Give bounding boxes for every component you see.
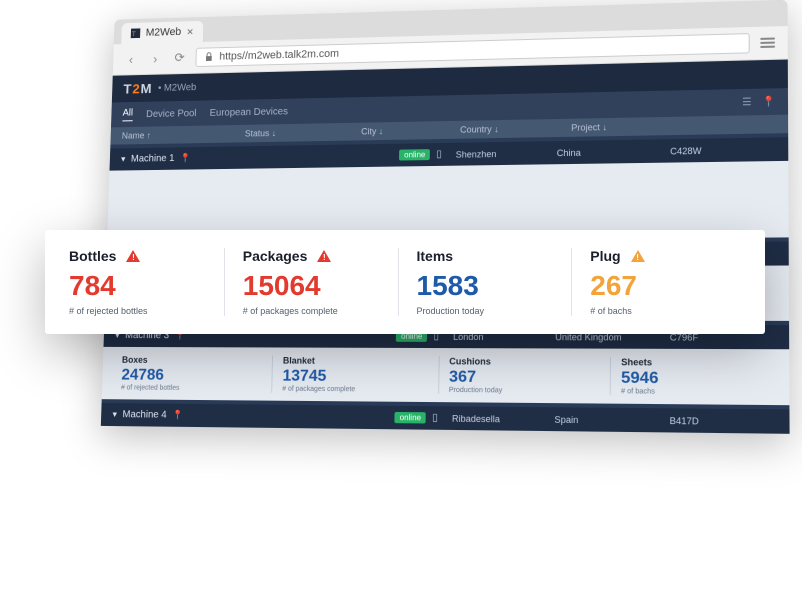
reload-button[interactable]: ⟳ [171, 49, 188, 67]
machine-row-head[interactable]: ▾ Machine 4 📍 online ▯ Ribadesella Spain… [101, 403, 790, 434]
tab-title: M2Web [146, 26, 182, 38]
filter-device-pool[interactable]: Device Pool [146, 108, 197, 120]
cell-city: Shenzhen [456, 148, 557, 160]
stat-title: Cushions [449, 356, 591, 367]
url-text: https//m2web.talk2m.com [219, 48, 339, 63]
metric-value: 267 [590, 270, 727, 302]
col-project[interactable]: Project ↓ [571, 119, 775, 133]
cell-project: C428W [670, 144, 775, 156]
lock-icon [204, 52, 214, 62]
stat-card: Cushions 367 Production today [438, 356, 602, 395]
browser-window: T M2Web × ‹ › ⟳ https//m2web.talk2m.com … [101, 0, 790, 434]
metric-value: 784 [69, 270, 206, 302]
browser-tab[interactable]: T M2Web × [121, 21, 203, 44]
menu-icon[interactable] [758, 35, 777, 50]
metric-subtitle: # of packages complete [243, 306, 380, 316]
favicon-icon: T [131, 28, 141, 38]
col-city[interactable]: City ↓ [361, 125, 460, 137]
stat-title: Sheets [621, 357, 768, 368]
metric-title: Packages [243, 248, 308, 264]
metric-title: Plug [590, 248, 620, 264]
filter-european[interactable]: European Devices [210, 106, 289, 118]
metric-value: 1583 [417, 270, 554, 302]
metric-title: Bottles [69, 248, 116, 264]
metric-items: Items 1583 Production today [398, 248, 572, 316]
stat-value: 367 [449, 368, 591, 387]
metric-packages: Packages ! 15064 # of packages complete [224, 248, 398, 316]
pin-icon: 📍 [172, 410, 183, 421]
back-button[interactable]: ‹ [122, 50, 139, 68]
alert-icon: ! [126, 250, 140, 262]
breadcrumb: • M2Web [158, 82, 197, 93]
filter-all[interactable]: All [122, 108, 133, 122]
stat-value: 13745 [282, 368, 420, 387]
status-badge: online [394, 412, 426, 424]
device-icon: ▯ [436, 149, 442, 160]
metric-bottles: Bottles ! 784 # of rejected bottles [65, 248, 224, 316]
chevron-down-icon: ▾ [121, 154, 126, 165]
metric-value: 15064 [243, 270, 380, 302]
close-icon[interactable]: × [187, 25, 194, 39]
stat-card: Sheets 5946 # of bachs [609, 357, 778, 397]
cell-city: Ribadesella [452, 413, 555, 424]
machine-stats-row: Boxes 24786 # of rejected bottlesBlanket… [102, 347, 790, 405]
highlight-card: Bottles ! 784 # of rejected bottles Pack… [45, 230, 765, 334]
stat-value: 5946 [621, 369, 768, 389]
metric-plug: Plug ! 267 # of bachs [571, 248, 745, 316]
stat-title: Boxes [122, 355, 255, 366]
forward-button[interactable]: › [147, 50, 164, 68]
list-view-icon[interactable]: ☰ [742, 96, 751, 107]
col-status[interactable]: Status ↓ [245, 127, 361, 139]
stat-card: Boxes 24786 # of rejected bottles [111, 355, 264, 393]
metric-subtitle: # of rejected bottles [69, 306, 206, 316]
cell-project: B417D [670, 415, 777, 427]
stat-subtitle: # of rejected bottles [121, 384, 254, 392]
machine-name: Machine 1 [131, 153, 175, 164]
metric-subtitle: # of bachs [590, 306, 727, 316]
stat-subtitle: # of packages complete [282, 386, 419, 394]
metric-subtitle: Production today [417, 306, 554, 316]
stat-subtitle: # of bachs [621, 388, 768, 396]
alert-icon: ! [317, 250, 331, 262]
chevron-down-icon: ▾ [112, 409, 117, 420]
cell-country: China [557, 146, 670, 158]
map-view-icon[interactable]: 📍 [762, 96, 775, 107]
stat-subtitle: Production today [449, 387, 591, 395]
pin-icon: 📍 [180, 153, 191, 164]
stat-title: Blanket [283, 356, 420, 367]
metric-title: Items [417, 248, 454, 264]
col-country[interactable]: Country ↓ [460, 123, 571, 135]
stat-card: Blanket 13745 # of packages complete [271, 355, 430, 393]
status-badge: online [399, 149, 430, 160]
col-name[interactable]: Name ↑ [122, 129, 245, 141]
cell-country: Spain [554, 414, 669, 426]
machine-name: Machine 4 [122, 409, 166, 420]
logo: T2M [123, 81, 153, 97]
alert-icon: ! [631, 250, 645, 262]
device-icon: ▯ [432, 412, 438, 423]
stat-value: 24786 [121, 367, 254, 386]
